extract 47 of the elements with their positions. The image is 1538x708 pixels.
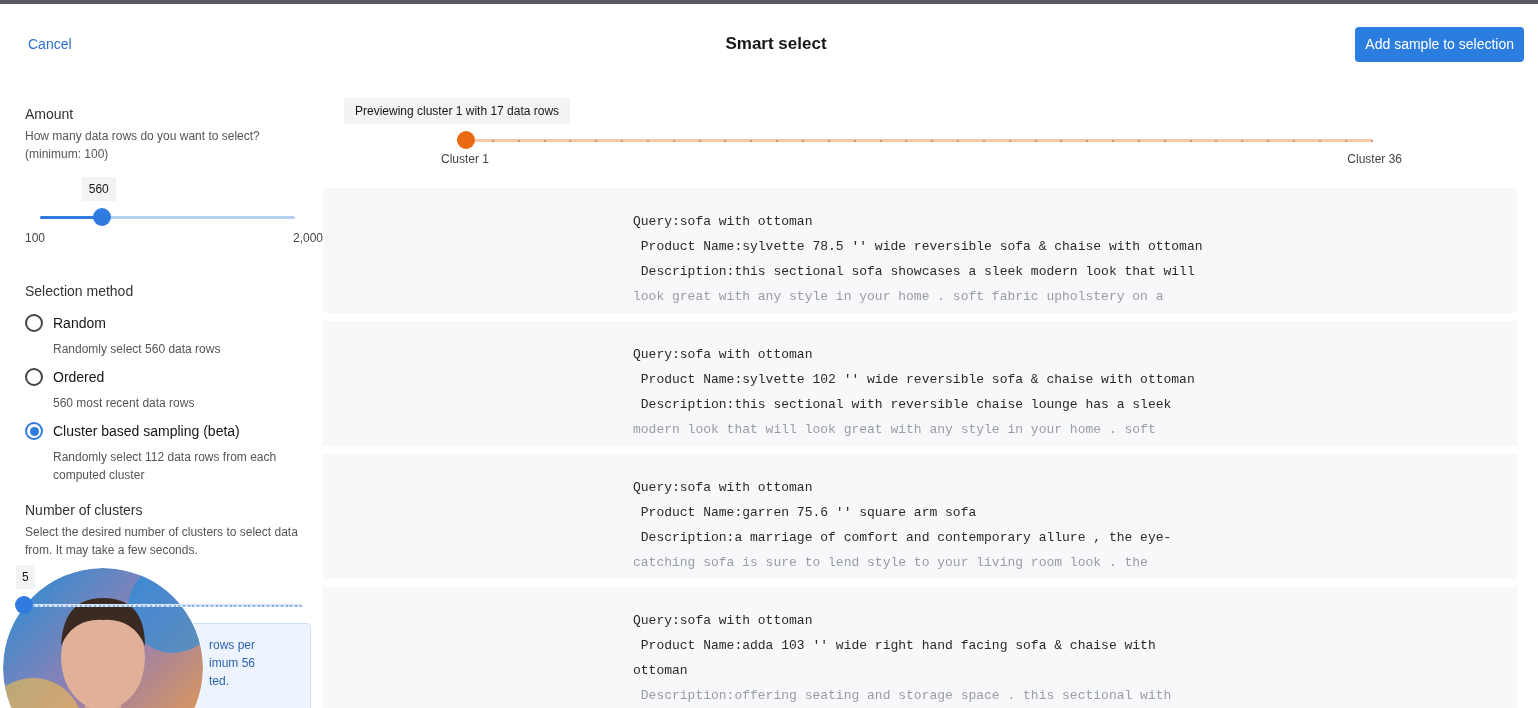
preview-label: Previewing cluster 1 with 17 data rows xyxy=(344,98,571,124)
radio-option[interactable]: Random xyxy=(25,312,311,334)
help-text: How many data rows do you want to select? (minimum: 100) xyxy=(25,128,261,163)
option-description: Randomly select 560 data rows xyxy=(52,341,222,358)
row-text-line: Description:this sectional with reversible chaise lounge has a sleek xyxy=(639,396,1172,414)
section-title: Number of clusters xyxy=(25,501,144,520)
slider-max-label: Cluster 36 xyxy=(1347,151,1402,168)
info-text: rows per xyxy=(209,637,255,654)
radio-icon[interactable] xyxy=(25,314,43,332)
slider-thumb[interactable] xyxy=(92,208,111,226)
row-text-line: Description:offering seating and storage space . this sectional with xyxy=(639,687,1172,705)
row-text-line: modern look that will look great with any style in your home . soft xyxy=(633,421,1156,439)
row-text-line: Product Name:garren 75.6 '' square arm sofa xyxy=(639,504,977,522)
section-title: Amount xyxy=(25,105,75,124)
row-text-line: Query:sofa with ottoman xyxy=(633,346,813,364)
section-title: Selection method xyxy=(25,282,135,301)
radio-icon[interactable] xyxy=(25,422,43,440)
info-text: ted. xyxy=(209,673,229,690)
help-text: Select the desired number of clusters to select data from. It may take a few seconds. xyxy=(25,524,299,559)
row-text-line: Product Name:sylvette 102 '' wide reversible sofa & chaise with ottoman xyxy=(639,371,1195,389)
dialog-title: Smart select xyxy=(725,33,827,56)
row-text-line: Query:sofa with ottoman xyxy=(633,479,813,497)
data-row-card[interactable]: Query:sofa with ottoman Product Name:adda 103 '' wide right hand facing sofa & chaise with ottoman Description:offering seating and storage space . this sectional with xyxy=(323,587,1517,708)
radio-option[interactable]: Ordered xyxy=(25,366,311,388)
option-description: 560 most recent data rows xyxy=(52,395,196,412)
slider-min-label: Cluster 1 xyxy=(441,151,490,168)
radio-icon[interactable] xyxy=(25,368,43,386)
info-text: imum 56 xyxy=(209,655,255,672)
row-text-line: Product Name:adda 103 '' wide right hand facing sofa & chaise with xyxy=(639,637,1156,655)
row-text-line: Product Name:sylvette 78.5 '' wide reversible sofa & chaise with ottoman xyxy=(639,238,1203,256)
row-text-line: Query:sofa with ottoman xyxy=(633,213,813,231)
slider-thumb[interactable] xyxy=(15,596,33,614)
add-sample-button[interactable]: Add sample to selection xyxy=(1355,26,1524,62)
option-description: Randomly select 112 data rows from each computed cluster xyxy=(52,449,278,484)
radio-option[interactable]: Cluster based sampling (beta) xyxy=(25,420,311,442)
slider-value-tooltip: 5 xyxy=(16,565,35,589)
row-text-line: Query:sofa with ottoman xyxy=(633,612,813,630)
row-text-line: Description:this sectional sofa showcases a sleek modern look that will xyxy=(639,263,1195,281)
row-text-line: catching sofa is sure to lend style to your living room look . the xyxy=(633,554,1148,572)
slider-value-tooltip: 560 xyxy=(81,177,116,201)
row-text-line: look great with any style in your home . soft fabric upholstery on a xyxy=(633,288,1164,306)
row-text-line: Description:a marriage of comfort and contemporary allure , the eye- xyxy=(639,529,1172,547)
slider-max-label: 2,000 xyxy=(292,230,323,247)
slider-min-label: 100 xyxy=(25,230,46,247)
cancel-link[interactable]: Cancel xyxy=(28,33,228,55)
slider-thumb[interactable] xyxy=(457,131,475,149)
row-text-line: ottoman xyxy=(633,662,688,680)
